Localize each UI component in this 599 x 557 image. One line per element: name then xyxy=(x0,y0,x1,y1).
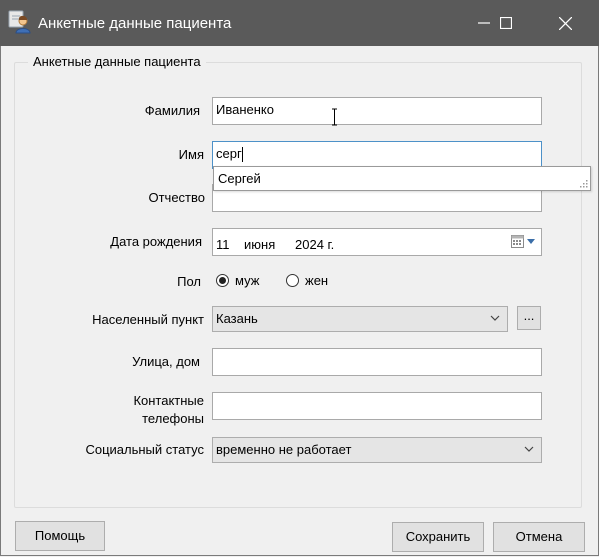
gender-female-label[interactable]: жен xyxy=(305,273,328,288)
cancel-button[interactable]: Отмена xyxy=(493,522,585,552)
street-field[interactable] xyxy=(212,348,542,376)
gender-male-label[interactable]: муж xyxy=(235,273,259,288)
text-caret xyxy=(241,147,243,163)
resize-grip-icon[interactable] xyxy=(578,178,588,188)
phones-label-line2: телефоны xyxy=(142,411,204,426)
birthdate-picker[interactable]: 11 июня 2024 г. xyxy=(212,228,542,256)
autocomplete-popup: Сергей xyxy=(213,166,591,191)
autocomplete-suggestion[interactable]: Сергей xyxy=(218,171,261,186)
title-bar[interactable]: Анкетные данные пациента xyxy=(0,0,599,46)
street-label: Улица, дом xyxy=(132,354,200,369)
birthdate-label: Дата рождения xyxy=(110,234,202,249)
window-title: Анкетные данные пациента xyxy=(38,15,232,32)
maximize-icon xyxy=(500,17,512,29)
surname-field[interactable]: Иваненко xyxy=(212,97,542,125)
patronymic-label: Отчество xyxy=(148,190,205,205)
patient-user-icon xyxy=(8,10,32,34)
locality-label: Населенный пункт xyxy=(92,312,204,327)
social-status-combobox[interactable]: временно не работает xyxy=(212,437,542,463)
locality-browse-button[interactable]: ... xyxy=(517,306,541,330)
close-icon xyxy=(559,17,572,30)
gender-female-radio[interactable] xyxy=(286,274,299,287)
calendar-dropdown-icon[interactable] xyxy=(511,235,537,249)
surname-label: Фамилия xyxy=(144,103,200,118)
chevron-down-icon xyxy=(524,446,534,452)
social-status-label: Социальный статус xyxy=(85,442,204,457)
maximize-button[interactable] xyxy=(483,0,529,46)
save-button[interactable]: Сохранить xyxy=(392,522,484,552)
name-field-value: серг xyxy=(216,146,242,161)
chevron-down-icon xyxy=(490,315,500,321)
gender-male-radio[interactable] xyxy=(216,274,229,287)
gender-label: Пол xyxy=(177,274,201,289)
phones-label-line1: Контактные xyxy=(133,393,204,408)
social-status-value: временно не работает xyxy=(216,442,352,457)
text-cursor-icon xyxy=(332,108,337,126)
phones-field[interactable] xyxy=(212,392,542,420)
close-button[interactable] xyxy=(542,0,588,46)
group-legend: Анкетные данные пациента xyxy=(28,54,206,69)
name-label: Имя xyxy=(178,147,204,162)
birthdate-year[interactable]: 2024 г. xyxy=(295,233,334,257)
birthdate-day[interactable]: 11 xyxy=(216,233,230,257)
help-button[interactable]: Помощь xyxy=(15,521,105,551)
birthdate-month[interactable]: июня xyxy=(244,233,275,257)
locality-value: Казань xyxy=(216,311,258,326)
name-field[interactable]: серг xyxy=(212,141,542,169)
locality-combobox[interactable]: Казань xyxy=(212,306,508,332)
